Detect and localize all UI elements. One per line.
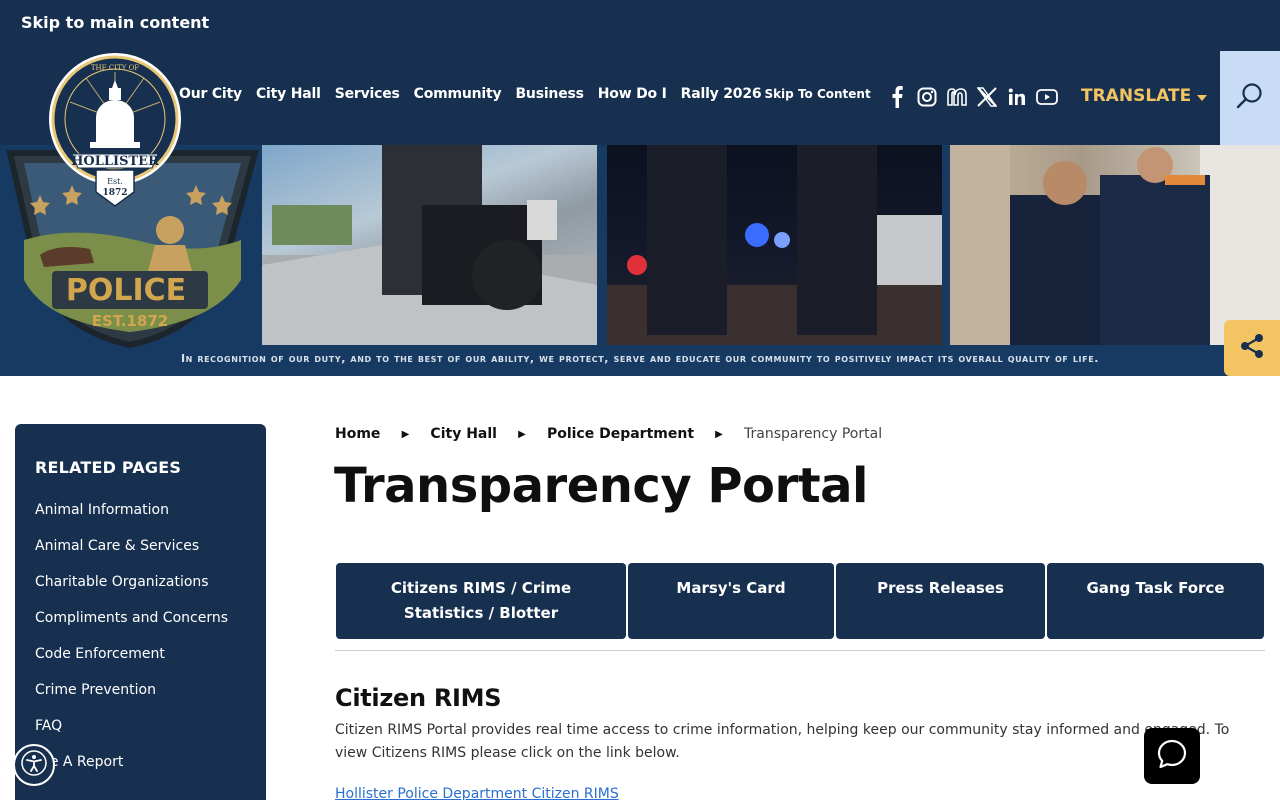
- site-header: Skip to main content Our City City Hall …: [0, 0, 1280, 145]
- chat-bubble-icon: [1156, 738, 1188, 774]
- night-officers-photo: [607, 145, 942, 345]
- tab-marsys-card[interactable]: Marsy's Card: [628, 563, 834, 639]
- nav-services[interactable]: Services: [335, 86, 400, 102]
- x-icon[interactable]: [976, 85, 998, 109]
- tab-label-line1: Citizens RIMS / Crime: [390, 579, 572, 597]
- sidebar-item-animal-information[interactable]: Animal Information: [35, 502, 246, 538]
- motorcycle-officer-photo: [262, 145, 597, 345]
- hero-banner: POLICE EST.1872 In recognition of our du…: [0, 145, 1280, 376]
- sidebar-item-animal-care-services[interactable]: Animal Care & Services: [35, 538, 246, 574]
- tab-label: Marsy's Card: [676, 579, 786, 597]
- search-icon: [1236, 82, 1264, 114]
- share-button[interactable]: [1224, 320, 1280, 376]
- sidebar-title: RELATED PAGES: [35, 458, 182, 477]
- sidebar-item-file-a-report[interactable]: File A Report: [35, 754, 246, 790]
- chevron-right-icon: ▶: [518, 428, 526, 440]
- main-nav: Our City City Hall Services Community Bu…: [179, 86, 871, 102]
- training-officers-photo: [950, 145, 1280, 345]
- hero-tagline: In recognition of our duty, and to the b…: [180, 352, 1100, 365]
- page-title: Transparency Portal: [334, 458, 869, 514]
- accessibility-icon: [21, 750, 47, 780]
- section-title: Citizen RIMS: [335, 684, 502, 712]
- chevron-right-icon: ▶: [401, 428, 410, 440]
- nav-community[interactable]: Community: [414, 86, 502, 102]
- content-tabs: Citizens RIMS / Crime Statistics / Blott…: [336, 563, 1264, 639]
- badge-est-text: EST.1872: [92, 312, 168, 330]
- nav-how-do-i[interactable]: How Do I: [598, 86, 667, 102]
- nav-rally-2026[interactable]: Rally 2026: [681, 86, 762, 102]
- svg-text:Est.: Est.: [107, 177, 123, 186]
- nav-business[interactable]: Business: [515, 86, 584, 102]
- svg-text:THE CITY OF: THE CITY OF: [91, 64, 139, 72]
- sidebar-item-charitable-organizations[interactable]: Charitable Organizations: [35, 574, 246, 610]
- related-pages-sidebar: RELATED PAGES Animal Information Animal …: [15, 424, 266, 800]
- translate-label: TRANSLATE: [1081, 86, 1192, 106]
- youtube-icon[interactable]: [1036, 85, 1058, 109]
- tab-press-releases[interactable]: Press Releases: [836, 563, 1045, 639]
- facebook-icon[interactable]: [886, 85, 908, 109]
- chevron-right-icon: ▶: [715, 428, 723, 440]
- svg-text:1872: 1872: [102, 188, 127, 198]
- social-links: [886, 85, 1058, 109]
- citizen-rims-link[interactable]: Hollister Police Department Citizen RIMS: [335, 786, 619, 800]
- tab-label: Gang Task Force: [1086, 579, 1225, 597]
- sidebar-item-faq[interactable]: FAQ: [35, 718, 246, 754]
- sidebar-item-code-enforcement[interactable]: Code Enforcement: [35, 646, 246, 682]
- breadcrumb-city-hall[interactable]: City Hall: [430, 426, 497, 442]
- nav-city-hall[interactable]: City Hall: [256, 86, 321, 102]
- translate-button[interactable]: TRANSLATE: [1081, 86, 1208, 106]
- tab-label-line2: Statistics / Blotter: [403, 604, 559, 622]
- chat-button[interactable]: [1144, 728, 1200, 784]
- share-icon: [1238, 332, 1266, 364]
- section-body: Citizen RIMS Portal provides real time a…: [335, 722, 1230, 761]
- sidebar-item-compliments-concerns[interactable]: Compliments and Concerns: [35, 610, 246, 646]
- accessibility-button[interactable]: [13, 744, 55, 786]
- badge-police-text: POLICE: [66, 273, 186, 308]
- nav-our-city[interactable]: Our City: [179, 86, 242, 102]
- instagram-icon[interactable]: [916, 85, 938, 109]
- breadcrumb-current: Transparency Portal: [744, 426, 883, 442]
- tab-gang-task-force[interactable]: Gang Task Force: [1047, 563, 1264, 639]
- skip-to-content-link[interactable]: Skip To Content: [764, 87, 870, 101]
- tab-label: Press Releases: [877, 579, 1004, 597]
- sidebar-item-crime-prevention[interactable]: Crime Prevention: [35, 682, 246, 718]
- related-pages-list: Animal Information Animal Care & Service…: [35, 502, 246, 790]
- divider: [335, 650, 1265, 651]
- breadcrumb-police-department[interactable]: Police Department: [547, 426, 694, 442]
- breadcrumb: Home ▶ City Hall ▶ Police Department ▶ T…: [335, 426, 882, 442]
- search-button[interactable]: [1220, 51, 1280, 145]
- breadcrumb-home[interactable]: Home: [335, 426, 380, 442]
- nextdoor-icon[interactable]: [946, 85, 968, 109]
- linkedin-icon[interactable]: [1006, 85, 1028, 109]
- city-seal-logo[interactable]: HOLLISTER Est. 1872 THE CITY OF: [46, 50, 184, 212]
- caret-down-icon: [1197, 86, 1208, 106]
- skip-to-main-content-link[interactable]: Skip to main content: [21, 13, 209, 32]
- svg-text:HOLLISTER: HOLLISTER: [71, 154, 159, 169]
- tab-citizens-rims[interactable]: Citizens RIMS / Crime Statistics / Blott…: [336, 563, 626, 639]
